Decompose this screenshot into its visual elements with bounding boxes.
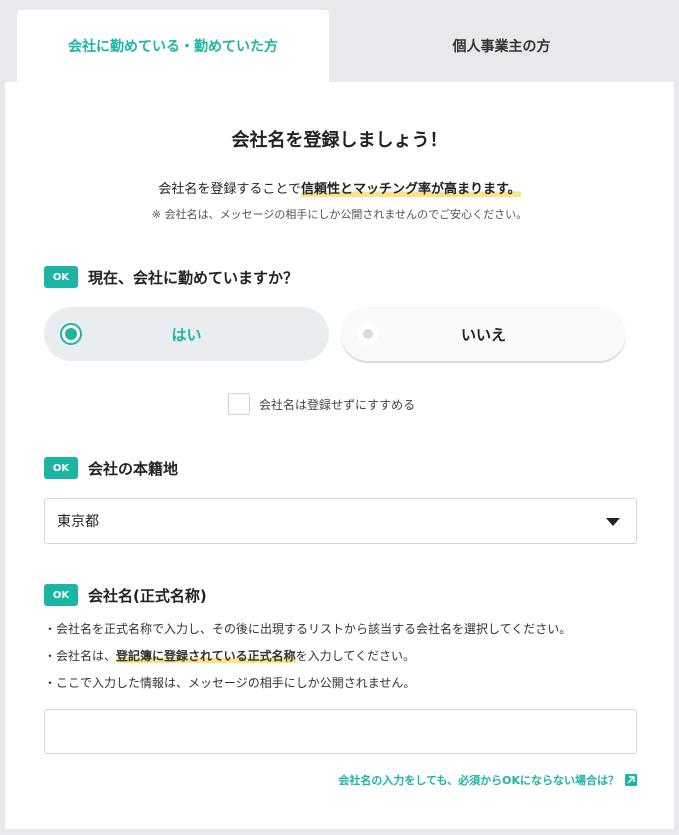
ok-badge: OK bbox=[44, 266, 78, 288]
skip-checkbox[interactable] bbox=[228, 393, 250, 415]
location-question-label: 会社の本籍地 bbox=[88, 459, 179, 478]
skip-label: 会社名は登録せずにすすめる bbox=[259, 397, 416, 412]
tab-employed[interactable]: 会社に勤めている・勤めていた方 bbox=[17, 10, 329, 82]
help-link[interactable]: 会社名の入力をしても、必須からOKにならない場合は？ bbox=[338, 772, 637, 788]
intro-highlight: 信頼性とマッチング率が高まります。 bbox=[300, 182, 521, 197]
privacy-note: ※ 会社名は、メッセージの相手にしか公開されませんのでご安心ください。 bbox=[151, 208, 528, 221]
employed-question-label: 現在、会社に勤めていますか？ bbox=[88, 268, 299, 287]
radio-unselected-icon[interactable] bbox=[357, 323, 379, 345]
instruction-2-highlight: 登記簿に登録されている正式名称 bbox=[116, 649, 296, 663]
skip-company-checkbox-row[interactable]: 会社名は登録せずにすすめる bbox=[228, 393, 415, 415]
location-question: OK 会社の本籍地 bbox=[44, 457, 178, 479]
external-link-icon bbox=[625, 774, 637, 786]
ok-badge: OK bbox=[44, 457, 78, 479]
registration-panel: 会社名を登録しましょう！ 会社名を登録することで信頼性とマッチング率が高まります… bbox=[5, 82, 674, 829]
caret-down-icon bbox=[606, 518, 620, 526]
help-link-label: 会社名の入力をしても、必須からOKにならない場合は？ bbox=[338, 774, 619, 787]
instruction-1: ・会社名を正式名称で入力し、その後に出現するリストから該当する会社名を選択してく… bbox=[44, 622, 572, 636]
instruction-2: ・会社名は、登記簿に登録されている正式名称を入力してください。 bbox=[44, 648, 664, 675]
company-name-instructions: ・会社名を正式名称で入力し、その後に出現するリストから該当する会社名を選択してく… bbox=[44, 621, 664, 702]
company-name-question: OK 会社名(正式名称) bbox=[44, 584, 207, 606]
instruction-3: ・ここで入力した情報は、メッセージの相手にしか公開されません。 bbox=[44, 676, 416, 690]
instruction-2-prefix: ・会社名は、 bbox=[44, 649, 117, 663]
company-name-input[interactable] bbox=[44, 709, 637, 754]
ok-badge: OK bbox=[44, 584, 78, 606]
prefecture-selected-value: 東京都 bbox=[57, 514, 99, 530]
yes-option[interactable]: はい bbox=[44, 307, 329, 361]
employed-question: OK 現在、会社に勤めていますか？ bbox=[44, 266, 298, 288]
company-name-label: 会社名(正式名称) bbox=[88, 586, 207, 605]
intro-text: 会社名を登録することで信頼性とマッチング率が高まります。 bbox=[5, 178, 674, 197]
yes-label: はい bbox=[171, 325, 202, 344]
no-label: いいえ bbox=[460, 325, 506, 344]
instruction-2-suffix: を入力してください。 bbox=[295, 649, 415, 663]
tab-self-employed[interactable]: 個人事業主の方 bbox=[329, 10, 674, 82]
intro-prefix: 会社名を登録することで bbox=[158, 182, 301, 197]
radio-selected-icon[interactable] bbox=[60, 323, 82, 345]
prefecture-select[interactable]: 東京都 bbox=[44, 498, 637, 544]
page-title: 会社名を登録しましょう！ bbox=[231, 130, 448, 151]
no-option[interactable]: いいえ bbox=[341, 307, 626, 361]
tab-bar: 会社に勤めている・勤めていた方 個人事業主の方 bbox=[5, 0, 674, 82]
